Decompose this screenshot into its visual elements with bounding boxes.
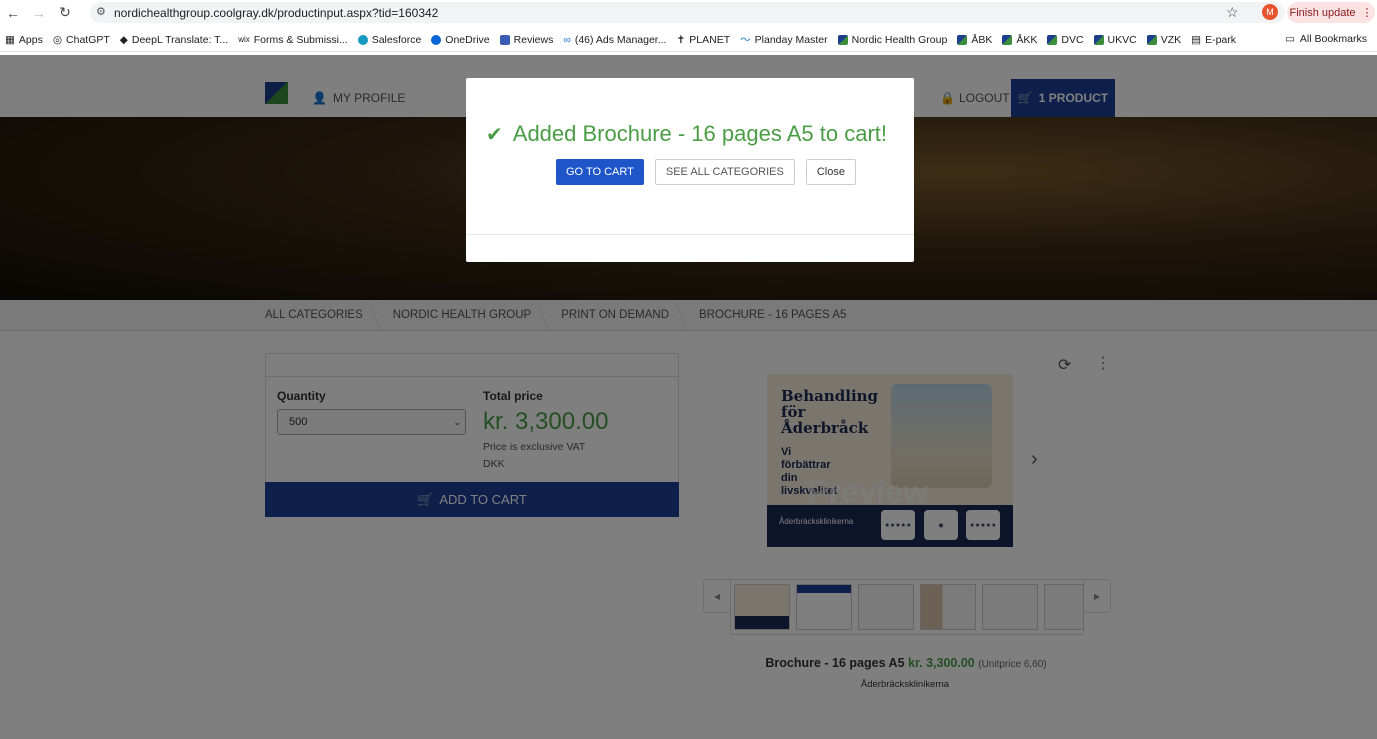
deepl-icon: ◆ bbox=[119, 33, 128, 46]
finish-update-button[interactable]: Finish update ⋮ bbox=[1287, 2, 1375, 23]
bookmark-planday[interactable]: 〜 Planday Master bbox=[735, 32, 832, 47]
browser-toolbar: ← → ↻ ⚙ nordichealthgroup.coolgray.dk/pr… bbox=[0, 0, 1377, 25]
chatgpt-icon: ◎ bbox=[52, 33, 63, 46]
bookmark-chatgpt[interactable]: ◎ ChatGPT bbox=[48, 34, 115, 46]
bookmark-onedrive[interactable]: OneDrive bbox=[426, 34, 494, 46]
dialog-message-text: Added Brochure - 16 pages A5 to cart! bbox=[512, 121, 888, 146]
bookmark-reviews[interactable]: Reviews bbox=[495, 34, 559, 46]
bookmark-nhg[interactable]: Nordic Health Group bbox=[833, 34, 953, 46]
bookmark-vzk[interactable]: VZK bbox=[1142, 34, 1186, 46]
bookmark-abk[interactable]: ÅBK bbox=[952, 34, 997, 46]
added-to-cart-dialog: ✔ Added Brochure - 16 pages A5 to cart! … bbox=[466, 78, 914, 262]
bookmark-label: Forms & Submissi... bbox=[253, 33, 348, 46]
bookmark-label: E-park bbox=[1205, 33, 1236, 46]
bookmark-salesforce[interactable]: Salesforce bbox=[353, 34, 427, 46]
bookmark-label: UKVC bbox=[1107, 33, 1137, 46]
bookmark-star-icon[interactable]: ☆ bbox=[1226, 4, 1239, 21]
bookmark-label: (46) Ads Manager... bbox=[574, 33, 667, 46]
bookmark-label: Reviews bbox=[513, 33, 554, 46]
nhg-logo-icon bbox=[957, 34, 968, 45]
url-text: nordichealthgroup.coolgray.dk/productinp… bbox=[114, 5, 439, 20]
bookmark-ads-manager[interactable]: ∞ (46) Ads Manager... bbox=[558, 34, 671, 46]
planday-icon: 〜 bbox=[740, 34, 751, 46]
address-bar[interactable]: ⚙ nordichealthgroup.coolgray.dk/producti… bbox=[90, 2, 1285, 23]
nhg-logo-icon bbox=[837, 34, 848, 45]
site-settings-icon[interactable]: ⚙ bbox=[96, 5, 106, 18]
folder-icon: ▭ bbox=[1284, 33, 1295, 45]
bookmark-label: Nordic Health Group bbox=[851, 33, 948, 46]
see-all-categories-button[interactable]: SEE ALL CATEGORIES bbox=[654, 159, 795, 185]
bookmark-label: ÅBK bbox=[971, 33, 993, 46]
bookmark-dvc[interactable]: DVC bbox=[1042, 34, 1088, 46]
back-icon[interactable]: ← bbox=[0, 5, 26, 21]
bookmark-epark[interactable]: ▤ E-park bbox=[1186, 34, 1241, 46]
checkmark-icon: ✔ bbox=[486, 123, 503, 146]
bookmark-label: DeepL Translate: T... bbox=[131, 33, 229, 46]
profile-avatar[interactable]: M bbox=[1262, 4, 1278, 20]
bookmark-apps[interactable]: ▦ Apps bbox=[0, 34, 48, 46]
bookmark-label: VZK bbox=[1160, 33, 1182, 46]
onedrive-icon bbox=[431, 34, 442, 45]
close-button[interactable]: Close bbox=[805, 159, 856, 185]
all-bookmarks-label: All Bookmarks bbox=[1299, 33, 1367, 45]
all-bookmarks[interactable]: ▭ All Bookmarks bbox=[1285, 33, 1367, 45]
more-icon: ⋮ bbox=[1361, 7, 1373, 19]
bookmarks-bar: ▦ Apps ◎ ChatGPT ◆ DeepL Translate: T... wi… bbox=[0, 28, 1377, 52]
bookmark-label: Planday Master bbox=[754, 33, 828, 46]
bookmark-deepl[interactable]: ◆ DeepL Translate: T... bbox=[115, 34, 233, 46]
bookmark-akk[interactable]: ÅKK bbox=[997, 34, 1042, 46]
bookmark-label: OneDrive bbox=[445, 33, 490, 46]
salesforce-icon bbox=[357, 34, 368, 45]
reviews-icon bbox=[499, 34, 510, 45]
bookmark-planet[interactable]: ✝ PLANET bbox=[671, 34, 735, 46]
planet-icon: ✝ bbox=[676, 33, 686, 46]
dialog-buttons: GO TO CART SEE ALL CATEGORIES Close bbox=[556, 159, 856, 185]
bookmark-label: ChatGPT bbox=[66, 33, 110, 46]
finish-update-label: Finish update bbox=[1289, 6, 1356, 19]
nhg-logo-icon bbox=[1002, 34, 1013, 45]
meta-icon: ∞ bbox=[563, 33, 571, 46]
reload-icon[interactable]: ↻ bbox=[52, 4, 78, 21]
apps-grid-icon: ▦ bbox=[5, 33, 15, 46]
bookmark-label: Apps bbox=[18, 33, 43, 46]
bookmark-label: PLANET bbox=[689, 33, 731, 46]
go-to-cart-button[interactable]: GO TO CART bbox=[556, 159, 644, 185]
nhg-logo-icon bbox=[1093, 34, 1104, 45]
document-icon: ▤ bbox=[1191, 33, 1202, 46]
dialog-footer-divider bbox=[466, 234, 914, 235]
bookmark-label: DVC bbox=[1061, 33, 1084, 46]
bookmark-label: ÅKK bbox=[1016, 33, 1038, 46]
dialog-message: ✔ Added Brochure - 16 pages A5 to cart! bbox=[486, 121, 887, 147]
forward-icon[interactable]: → bbox=[26, 5, 52, 21]
bookmark-forms[interactable]: wix Forms & Submissi... bbox=[233, 34, 353, 46]
nhg-logo-icon bbox=[1146, 34, 1157, 45]
bookmark-label: Salesforce bbox=[371, 33, 422, 46]
forms-icon: wix bbox=[238, 35, 250, 44]
nhg-logo-icon bbox=[1047, 34, 1058, 45]
bookmark-ukvc[interactable]: UKVC bbox=[1089, 34, 1142, 46]
